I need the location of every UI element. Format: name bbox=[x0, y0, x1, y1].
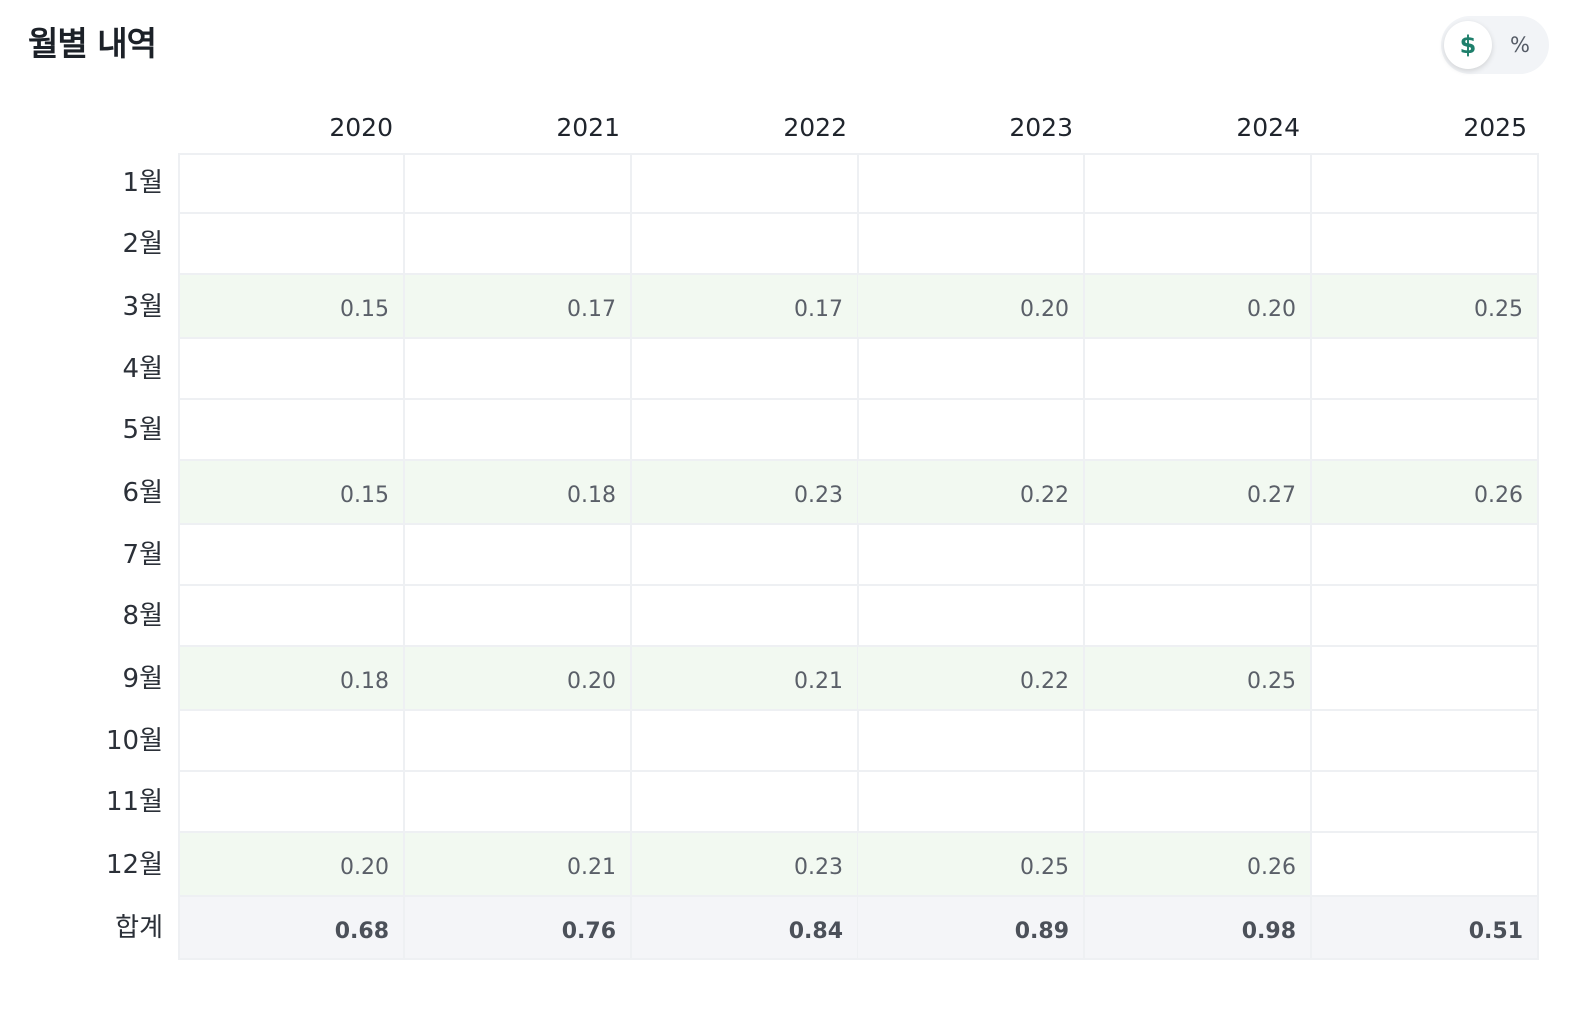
month-label: 2월 bbox=[122, 229, 163, 259]
table-cell bbox=[858, 153, 1085, 214]
table-cell: 0.20 bbox=[405, 647, 632, 711]
table-cell: 0.23 bbox=[632, 461, 859, 525]
table-cell bbox=[632, 339, 859, 400]
total-cell: 0.76 bbox=[405, 897, 632, 960]
table-cell bbox=[632, 153, 859, 214]
table-cell: 0.25 bbox=[1312, 275, 1539, 339]
table-cell bbox=[1085, 586, 1312, 647]
table-cell bbox=[405, 711, 632, 772]
table-cell bbox=[1312, 647, 1539, 711]
column-header-2024: 2024 bbox=[1236, 113, 1300, 142]
table-cell: 0.21 bbox=[632, 647, 859, 711]
column-header-2025: 2025 bbox=[1463, 113, 1527, 142]
table-cell bbox=[1312, 525, 1539, 586]
table-cell: 0.18 bbox=[178, 647, 405, 711]
month-label: 9월 bbox=[122, 664, 163, 694]
table-cell bbox=[632, 214, 859, 275]
monthly-table: 2020 2021 2022 2023 2024 2025 1월 2월 3월 0.15 0.17 0.… bbox=[0, 0, 1586, 1010]
table-cell bbox=[178, 400, 405, 461]
table-cell bbox=[632, 586, 859, 647]
table-cell: 0.18 bbox=[405, 461, 632, 525]
total-cell: 0.51 bbox=[1312, 897, 1539, 960]
table-cell: 0.17 bbox=[405, 275, 632, 339]
month-label: 6월 bbox=[122, 478, 163, 508]
table-cell: 0.15 bbox=[178, 275, 405, 339]
table-cell bbox=[1085, 214, 1312, 275]
table-cell bbox=[178, 214, 405, 275]
total-cell: 0.68 bbox=[178, 897, 405, 960]
column-header-2022: 2022 bbox=[783, 113, 847, 142]
table-cell bbox=[178, 525, 405, 586]
table-cell bbox=[858, 400, 1085, 461]
table-cell bbox=[405, 214, 632, 275]
month-label: 11월 bbox=[105, 787, 163, 817]
table-cell bbox=[858, 339, 1085, 400]
table-cell: 0.26 bbox=[1312, 461, 1539, 525]
table-cell: 0.25 bbox=[858, 833, 1085, 897]
table-cell: 0.20 bbox=[1085, 275, 1312, 339]
table-cell bbox=[858, 586, 1085, 647]
table-cell bbox=[1085, 153, 1312, 214]
month-label: 8월 bbox=[122, 601, 163, 631]
month-label: 7월 bbox=[122, 540, 163, 570]
table-cell bbox=[178, 711, 405, 772]
table-cell: 0.23 bbox=[632, 833, 859, 897]
table-cell bbox=[405, 400, 632, 461]
month-label: 4월 bbox=[122, 354, 163, 384]
table-cell: 0.27 bbox=[1085, 461, 1312, 525]
table-cell bbox=[178, 586, 405, 647]
table-cell: 0.15 bbox=[178, 461, 405, 525]
table-cell bbox=[1312, 214, 1539, 275]
total-cell: 0.84 bbox=[632, 897, 859, 960]
table-cell bbox=[178, 772, 405, 833]
table-cell bbox=[178, 339, 405, 400]
table-cell bbox=[1085, 525, 1312, 586]
table-cell bbox=[405, 339, 632, 400]
table-cell bbox=[1312, 711, 1539, 772]
table-cell bbox=[1312, 772, 1539, 833]
table-cell bbox=[1312, 833, 1539, 897]
table-cell bbox=[1312, 586, 1539, 647]
month-label: 1월 bbox=[122, 168, 163, 198]
table-cell bbox=[178, 153, 405, 214]
table-cell bbox=[1085, 400, 1312, 461]
month-label: 10월 bbox=[105, 726, 163, 756]
table-cell bbox=[1085, 339, 1312, 400]
table-cell bbox=[1085, 772, 1312, 833]
table-cell bbox=[632, 400, 859, 461]
table-cell bbox=[1085, 711, 1312, 772]
table-cell: 0.21 bbox=[405, 833, 632, 897]
table-cell bbox=[1312, 153, 1539, 214]
table-cell bbox=[405, 772, 632, 833]
table-cell: 0.26 bbox=[1085, 833, 1312, 897]
table-cell bbox=[858, 214, 1085, 275]
table-cell bbox=[1312, 339, 1539, 400]
month-label: 5월 bbox=[122, 415, 163, 445]
month-label: 3월 bbox=[122, 292, 163, 322]
table-cell bbox=[632, 525, 859, 586]
table-cell bbox=[858, 772, 1085, 833]
table-cell: 0.25 bbox=[1085, 647, 1312, 711]
column-header-2023: 2023 bbox=[1009, 113, 1073, 142]
table-cell: 0.20 bbox=[178, 833, 405, 897]
total-cell: 0.98 bbox=[1085, 897, 1312, 960]
table-cell bbox=[405, 153, 632, 214]
table-cell bbox=[1312, 400, 1539, 461]
table-cell bbox=[858, 525, 1085, 586]
table-cell bbox=[405, 586, 632, 647]
column-header-2020: 2020 bbox=[329, 113, 393, 142]
table-cell: 0.17 bbox=[632, 275, 859, 339]
table-cell bbox=[632, 711, 859, 772]
table-cell: 0.22 bbox=[858, 461, 1085, 525]
table-cell: 0.22 bbox=[858, 647, 1085, 711]
column-header-2021: 2021 bbox=[556, 113, 620, 142]
table-cell bbox=[632, 772, 859, 833]
month-label: 12월 bbox=[105, 850, 163, 880]
total-row-label: 합계 bbox=[115, 913, 163, 943]
table-cell: 0.20 bbox=[858, 275, 1085, 339]
table-cell bbox=[405, 525, 632, 586]
table-cell bbox=[858, 711, 1085, 772]
total-cell: 0.89 bbox=[858, 897, 1085, 960]
